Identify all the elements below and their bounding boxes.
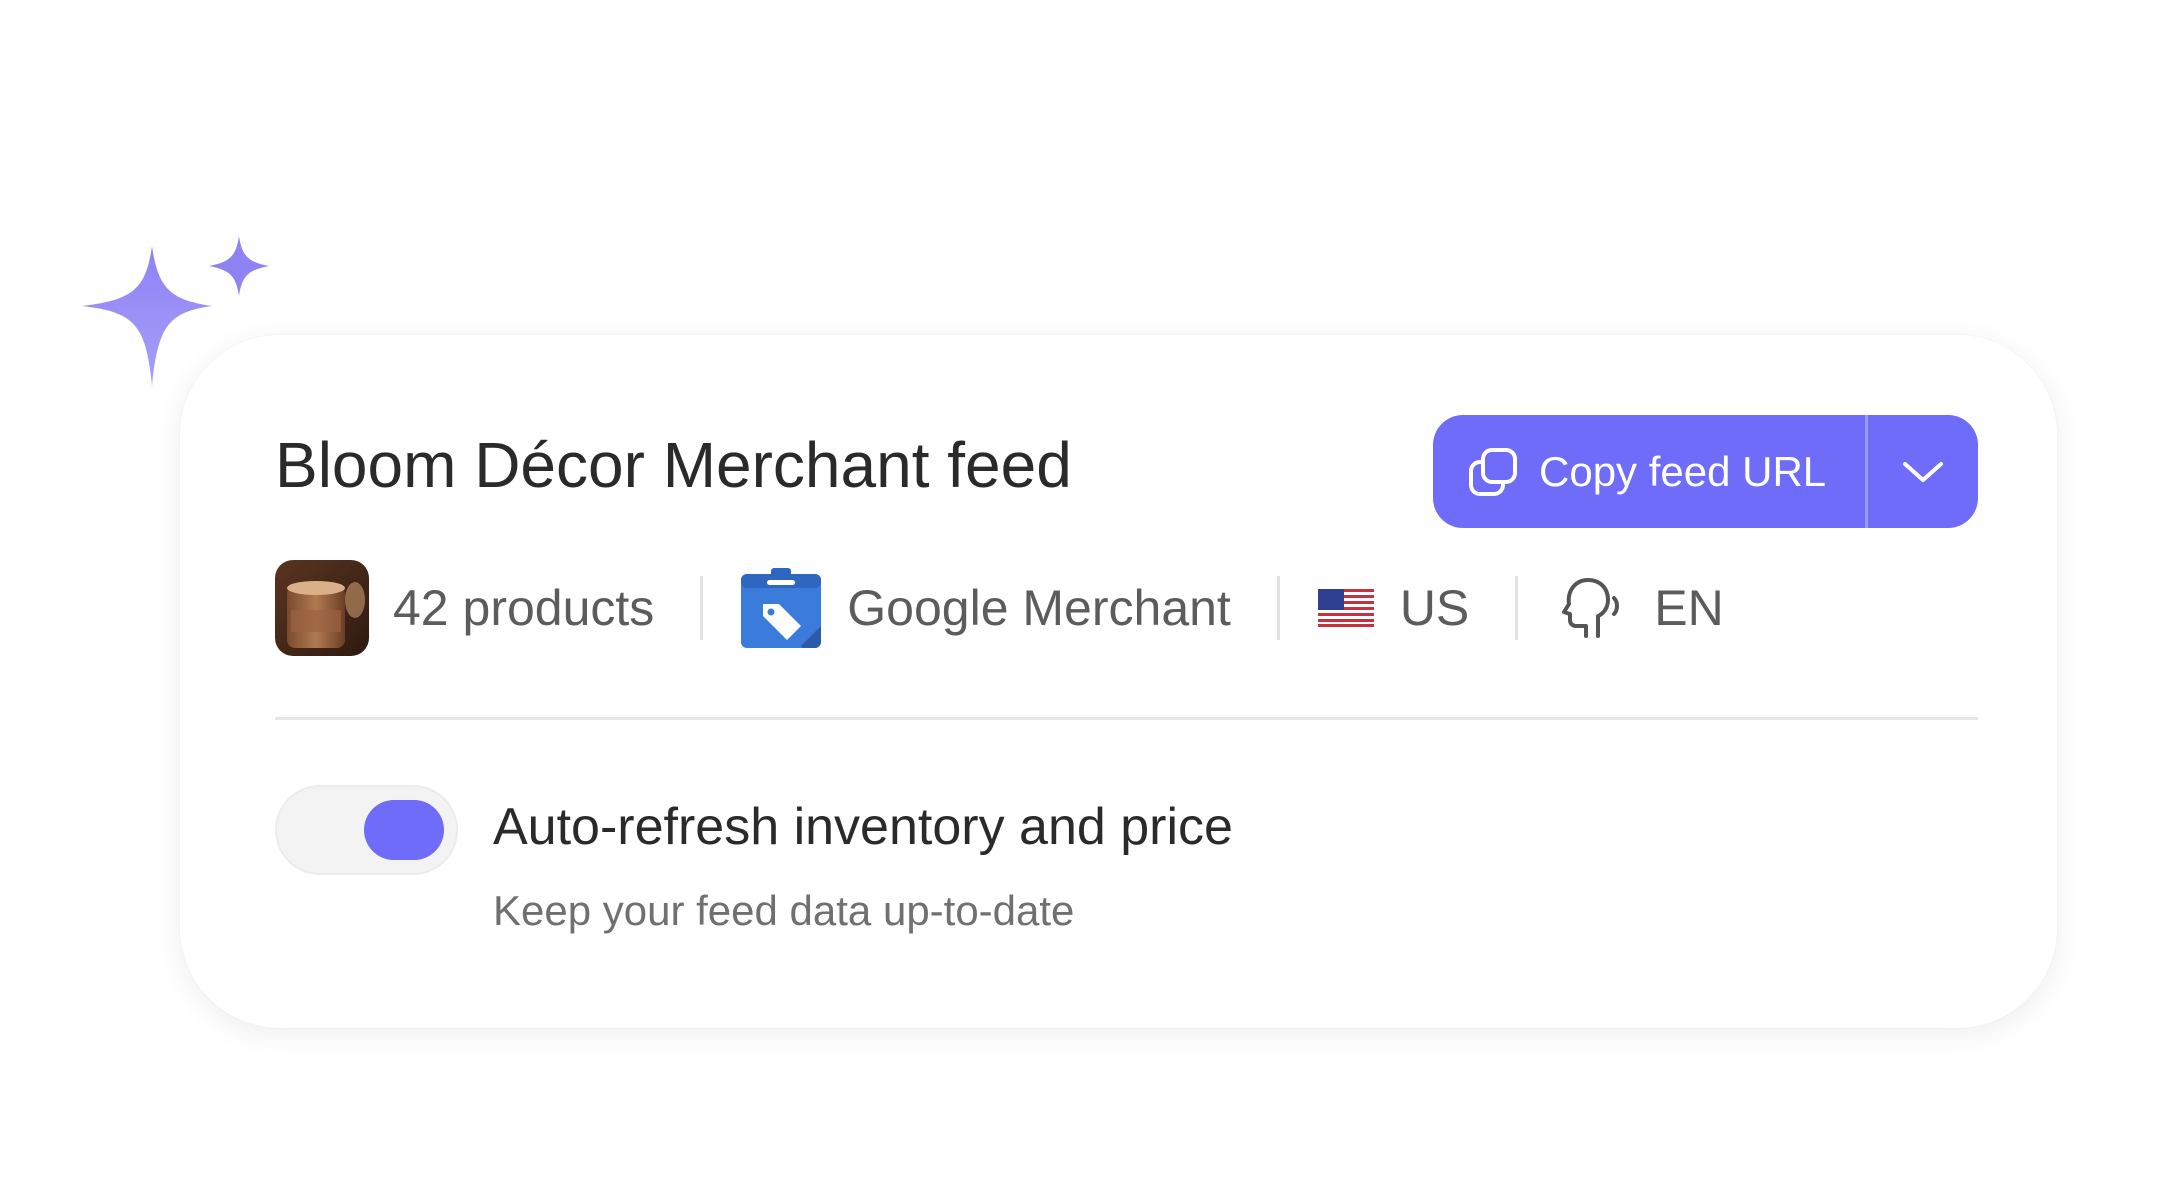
channel-name: Google Merchant bbox=[847, 580, 1231, 636]
us-flag-icon bbox=[1317, 589, 1374, 627]
auto-refresh-title: Auto-refresh inventory and price bbox=[493, 798, 1233, 856]
product-thumbnail bbox=[275, 560, 369, 656]
speaking-head-icon bbox=[1562, 578, 1620, 638]
country-code: US bbox=[1399, 580, 1470, 636]
product-count: 42 products bbox=[393, 580, 655, 636]
copy-feed-url-button[interactable]: Copy feed URL bbox=[1433, 415, 1865, 528]
copy-feed-url-label: Copy feed URL bbox=[1539, 447, 1827, 495]
meta-separator bbox=[1276, 576, 1280, 640]
google-merchant-icon bbox=[741, 568, 822, 648]
copy-feed-url-split-button: Copy feed URL bbox=[1433, 415, 1978, 528]
chevron-down-icon bbox=[1903, 461, 1943, 482]
feed-meta-row: 42 products Google Merchant US EN bbox=[275, 560, 1724, 656]
feed-card: Bloom Décor Merchant feed Copy feed URL bbox=[180, 335, 2057, 1028]
meta-separator bbox=[1515, 576, 1519, 640]
auto-refresh-subtitle: Keep your feed data up-to-date bbox=[493, 887, 1075, 934]
feed-title: Bloom Décor Merchant feed bbox=[275, 429, 1072, 501]
copy-icon bbox=[1469, 447, 1517, 496]
section-divider bbox=[275, 717, 1978, 720]
language-code: EN bbox=[1654, 580, 1724, 636]
copy-options-dropdown-button[interactable] bbox=[1868, 415, 1978, 528]
auto-refresh-toggle[interactable] bbox=[275, 785, 458, 875]
toggle-knob bbox=[364, 800, 444, 860]
meta-separator bbox=[700, 576, 704, 640]
